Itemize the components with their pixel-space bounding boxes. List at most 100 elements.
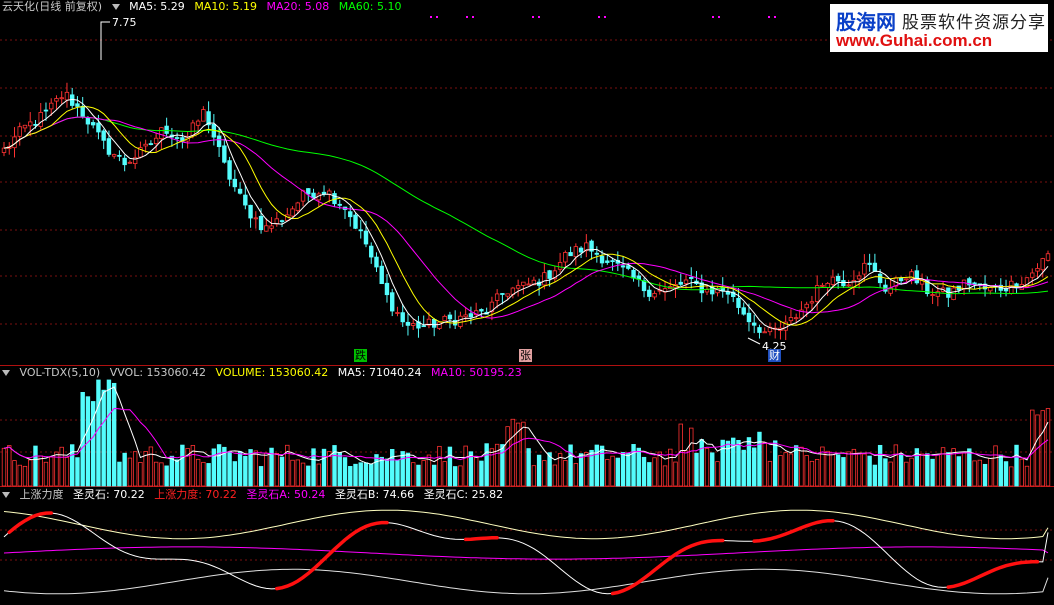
volume-bar <box>599 445 605 487</box>
candle-body <box>111 154 117 157</box>
rising-strength-segment <box>946 560 1040 589</box>
volume-bar <box>374 454 379 487</box>
volume-bar <box>662 465 668 487</box>
volume-bar <box>972 460 977 487</box>
candle-body <box>1030 272 1035 278</box>
top-marker-dot-3 <box>472 16 474 18</box>
candle-body <box>872 262 878 272</box>
volume-bar <box>841 457 846 487</box>
volume-bar <box>615 457 621 487</box>
volume-bar <box>447 446 453 487</box>
candle-body <box>830 276 836 285</box>
volume-bar <box>500 444 505 487</box>
candle-body <box>148 143 154 145</box>
candle-body <box>898 277 904 282</box>
volume-bar <box>704 448 710 487</box>
dropdown-triangle-icon[interactable] <box>2 369 10 376</box>
tag-cai: 财 <box>768 349 781 362</box>
candle-body <box>28 121 33 127</box>
volume-bar <box>258 466 264 487</box>
top-marker-dot-2 <box>466 16 468 18</box>
volume-bar <box>138 461 143 487</box>
volume-bar <box>710 452 715 487</box>
volume-bar <box>12 460 17 487</box>
volume-bar <box>132 451 138 487</box>
volume-bar <box>38 455 43 487</box>
volume-bar <box>400 451 405 487</box>
vol-ma5-label: MA5: 71040.24 <box>337 366 422 379</box>
vol-legend-name[interactable]: VOL-TDX(5,10) <box>20 366 101 379</box>
vol-ma10-label: MA10: 50195.23 <box>430 366 522 379</box>
candle-body <box>741 307 746 315</box>
candle-body <box>930 294 935 296</box>
volume-bar <box>169 455 175 487</box>
volume-bar <box>510 418 516 487</box>
candle-body <box>568 252 573 257</box>
volume-bar <box>573 463 579 487</box>
candle-body <box>90 122 96 126</box>
volume-bar <box>814 459 820 487</box>
volume-bar <box>295 459 300 487</box>
rising-strength-segment <box>7 511 53 535</box>
top-marker-dot-0 <box>430 16 432 18</box>
candle-body <box>447 314 453 320</box>
candle-body <box>306 188 311 195</box>
candle-body <box>1003 288 1009 292</box>
dropdown-triangle-icon[interactable] <box>111 3 120 10</box>
volume-bar <box>542 460 547 487</box>
volume-bar <box>772 440 778 487</box>
candle-body <box>222 145 227 163</box>
volume-bar <box>919 453 925 487</box>
volume-bar <box>473 456 479 487</box>
candle-body <box>258 215 264 231</box>
candle-body <box>505 293 510 297</box>
volume-bar <box>578 453 584 487</box>
volume-bar <box>195 458 201 487</box>
volume-label: VOLUME: 153060.42 <box>215 366 329 379</box>
volume-bar <box>626 452 631 487</box>
top-marker-dot-7 <box>604 16 606 18</box>
volume-bar <box>274 453 280 487</box>
volume-bar <box>736 439 741 487</box>
high-price-label: 7.75 <box>112 16 137 29</box>
volume-bar <box>898 453 904 487</box>
dropdown-triangle-icon[interactable] <box>2 491 10 498</box>
candle-body <box>143 143 148 147</box>
volume-bar <box>867 455 872 487</box>
volume-bar <box>977 459 982 487</box>
volume-bar <box>463 445 468 487</box>
volume-bar <box>153 461 159 487</box>
volume-bar <box>799 446 804 487</box>
volume-bar <box>33 445 38 487</box>
chart-canvas[interactable] <box>0 0 1054 605</box>
volume-bar <box>872 464 878 487</box>
candle-body <box>395 312 400 314</box>
candle-body <box>1 147 7 153</box>
candle-body <box>195 120 201 126</box>
volume-bar <box>694 452 699 487</box>
low-marker-line <box>747 337 761 345</box>
volume-bar <box>998 454 1003 487</box>
candle-body <box>578 247 584 253</box>
volume-bar <box>159 462 164 487</box>
candle-body <box>442 315 447 321</box>
candle-body <box>463 314 468 318</box>
rising-strength-segment <box>752 518 835 543</box>
ma10-label: MA10: 5.19 <box>194 0 258 13</box>
ind-name[interactable]: 上涨力度 <box>20 488 64 501</box>
candle-body <box>49 102 54 110</box>
candle-body <box>683 279 689 284</box>
candle-body <box>599 255 605 264</box>
volume-bar <box>904 461 909 487</box>
volume-bar <box>846 451 851 487</box>
main-legend-name[interactable]: 云天化(日线 前复权) <box>2 0 102 13</box>
candle-body <box>70 94 75 106</box>
candle-body <box>33 123 38 126</box>
candle-body <box>232 178 238 188</box>
volume-bar <box>657 451 662 487</box>
volume-bar <box>164 465 169 487</box>
candle-body <box>421 325 426 328</box>
volume-bar <box>390 449 395 487</box>
watermark-title: 股票软件资源分享 <box>902 13 1046 33</box>
candle-body <box>85 118 91 125</box>
